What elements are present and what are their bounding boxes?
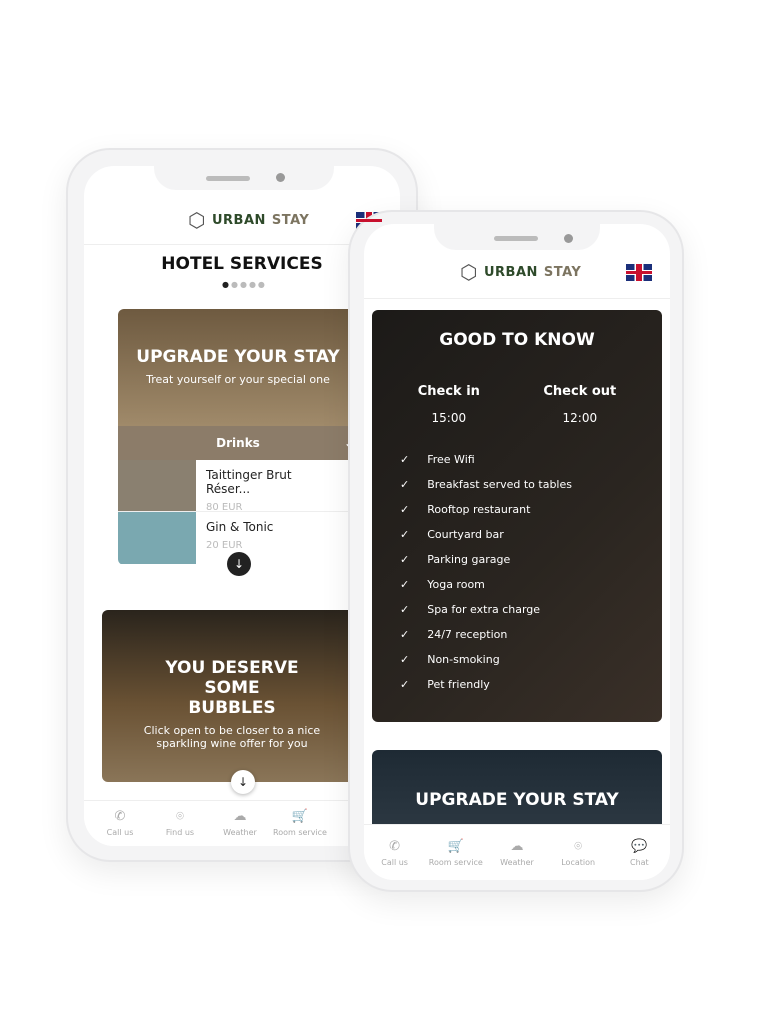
check-icon: ✓	[400, 503, 410, 516]
check-icon: ✓	[400, 653, 410, 666]
amenity-item: ✓ 24/7 reception	[400, 628, 508, 641]
location-icon: ⌾	[176, 809, 184, 824]
cloud-icon: ☁	[510, 839, 524, 854]
pagination-dots[interactable]: ●●●●●	[222, 280, 267, 289]
check-icon: ✓	[400, 453, 410, 466]
nav-call-us[interactable]: ✆ Call us	[90, 809, 150, 846]
front-phone: ⬡ URBAN STAY GOOD TO KNOW Check in 15:00 Ch…	[348, 210, 684, 892]
bubbles-card[interactable]: YOU DESERVE SOME BUBBLES Click open to b…	[102, 610, 362, 782]
drinks-dropdown[interactable]: Drinks⌄	[118, 426, 358, 460]
amenity-item: ✓ Pet friendly	[400, 678, 490, 691]
nav-room-service[interactable]: 🛒 Room service	[426, 839, 486, 880]
check-icon: ✓	[400, 478, 410, 491]
amenity-item: ✓ Non-smoking	[400, 653, 500, 666]
item-image	[118, 460, 196, 511]
chat-icon: 💬	[631, 839, 648, 854]
nav-find-us[interactable]: ⌾ Find us	[150, 809, 210, 846]
phone-icon: ✆	[114, 809, 126, 824]
nav-location[interactable]: ⌾ Location	[548, 839, 608, 880]
logo: ⬡ URBAN STAY	[460, 260, 582, 284]
cart-icon: 🛒	[447, 839, 464, 854]
nav-call-us[interactable]: ✆ Call us	[365, 839, 425, 880]
check-icon: ✓	[400, 603, 410, 616]
cloud-icon: ☁	[233, 809, 247, 824]
phone-icon: ✆	[389, 839, 401, 854]
scroll-down-button[interactable]: ↓	[227, 552, 251, 576]
logo-icon: ⬡	[460, 260, 478, 284]
amenity-item: ✓ Rooftop restaurant	[400, 503, 531, 516]
language-flag-uk[interactable]	[626, 264, 652, 281]
amenity-item: ✓ Breakfast served to tables	[400, 478, 572, 491]
bottom-nav: ✆ Call us 🛒 Room service ☁ Weather ⌾ Locatio…	[364, 824, 670, 880]
nav-room-service[interactable]: 🛒 Room service	[270, 809, 330, 846]
logo: ⬡ URBAN STAY	[188, 208, 310, 232]
good-to-know-card: GOOD TO KNOW Check in 15:00 Check out 12:0…	[372, 310, 662, 722]
notch	[154, 166, 334, 190]
amenity-item: ✓ Parking garage	[400, 553, 511, 566]
amenity-item: ✓ Yoga room	[400, 578, 485, 591]
amenity-item: ✓ Courtyard bar	[400, 528, 504, 541]
check-icon: ✓	[400, 528, 410, 541]
check-icon: ✓	[400, 553, 410, 566]
front-screen: ⬡ URBAN STAY GOOD TO KNOW Check in 15:00 Ch…	[364, 224, 670, 880]
amenities-list: ✓ Free Wifi ✓ Breakfast served to tables ✓ Ro…	[400, 447, 662, 697]
amenity-item: ✓ Spa for extra charge	[400, 603, 541, 616]
check-icon: ✓	[400, 678, 410, 691]
item-image	[118, 512, 196, 564]
nav-weather[interactable]: ☁ Weather	[210, 809, 270, 846]
list-item[interactable]: Taittinger Brut Réser...80 EUR ›	[118, 460, 358, 513]
scroll-down-button[interactable]: ↓	[231, 770, 255, 794]
check-icon: ✓	[400, 628, 410, 641]
check-icon: ✓	[400, 578, 410, 591]
amenity-item: ✓ Free Wifi	[400, 453, 475, 466]
upgrade-card[interactable]: UPGRADE YOUR STAY Treat yourself or your…	[118, 309, 358, 565]
nav-chat[interactable]: 💬 Chat	[609, 839, 669, 880]
logo-icon: ⬡	[188, 208, 206, 232]
cart-icon: 🛒	[291, 809, 309, 824]
location-icon: ⌾	[574, 839, 583, 854]
notch	[434, 224, 600, 250]
nav-weather[interactable]: ☁ Weather	[487, 839, 547, 880]
